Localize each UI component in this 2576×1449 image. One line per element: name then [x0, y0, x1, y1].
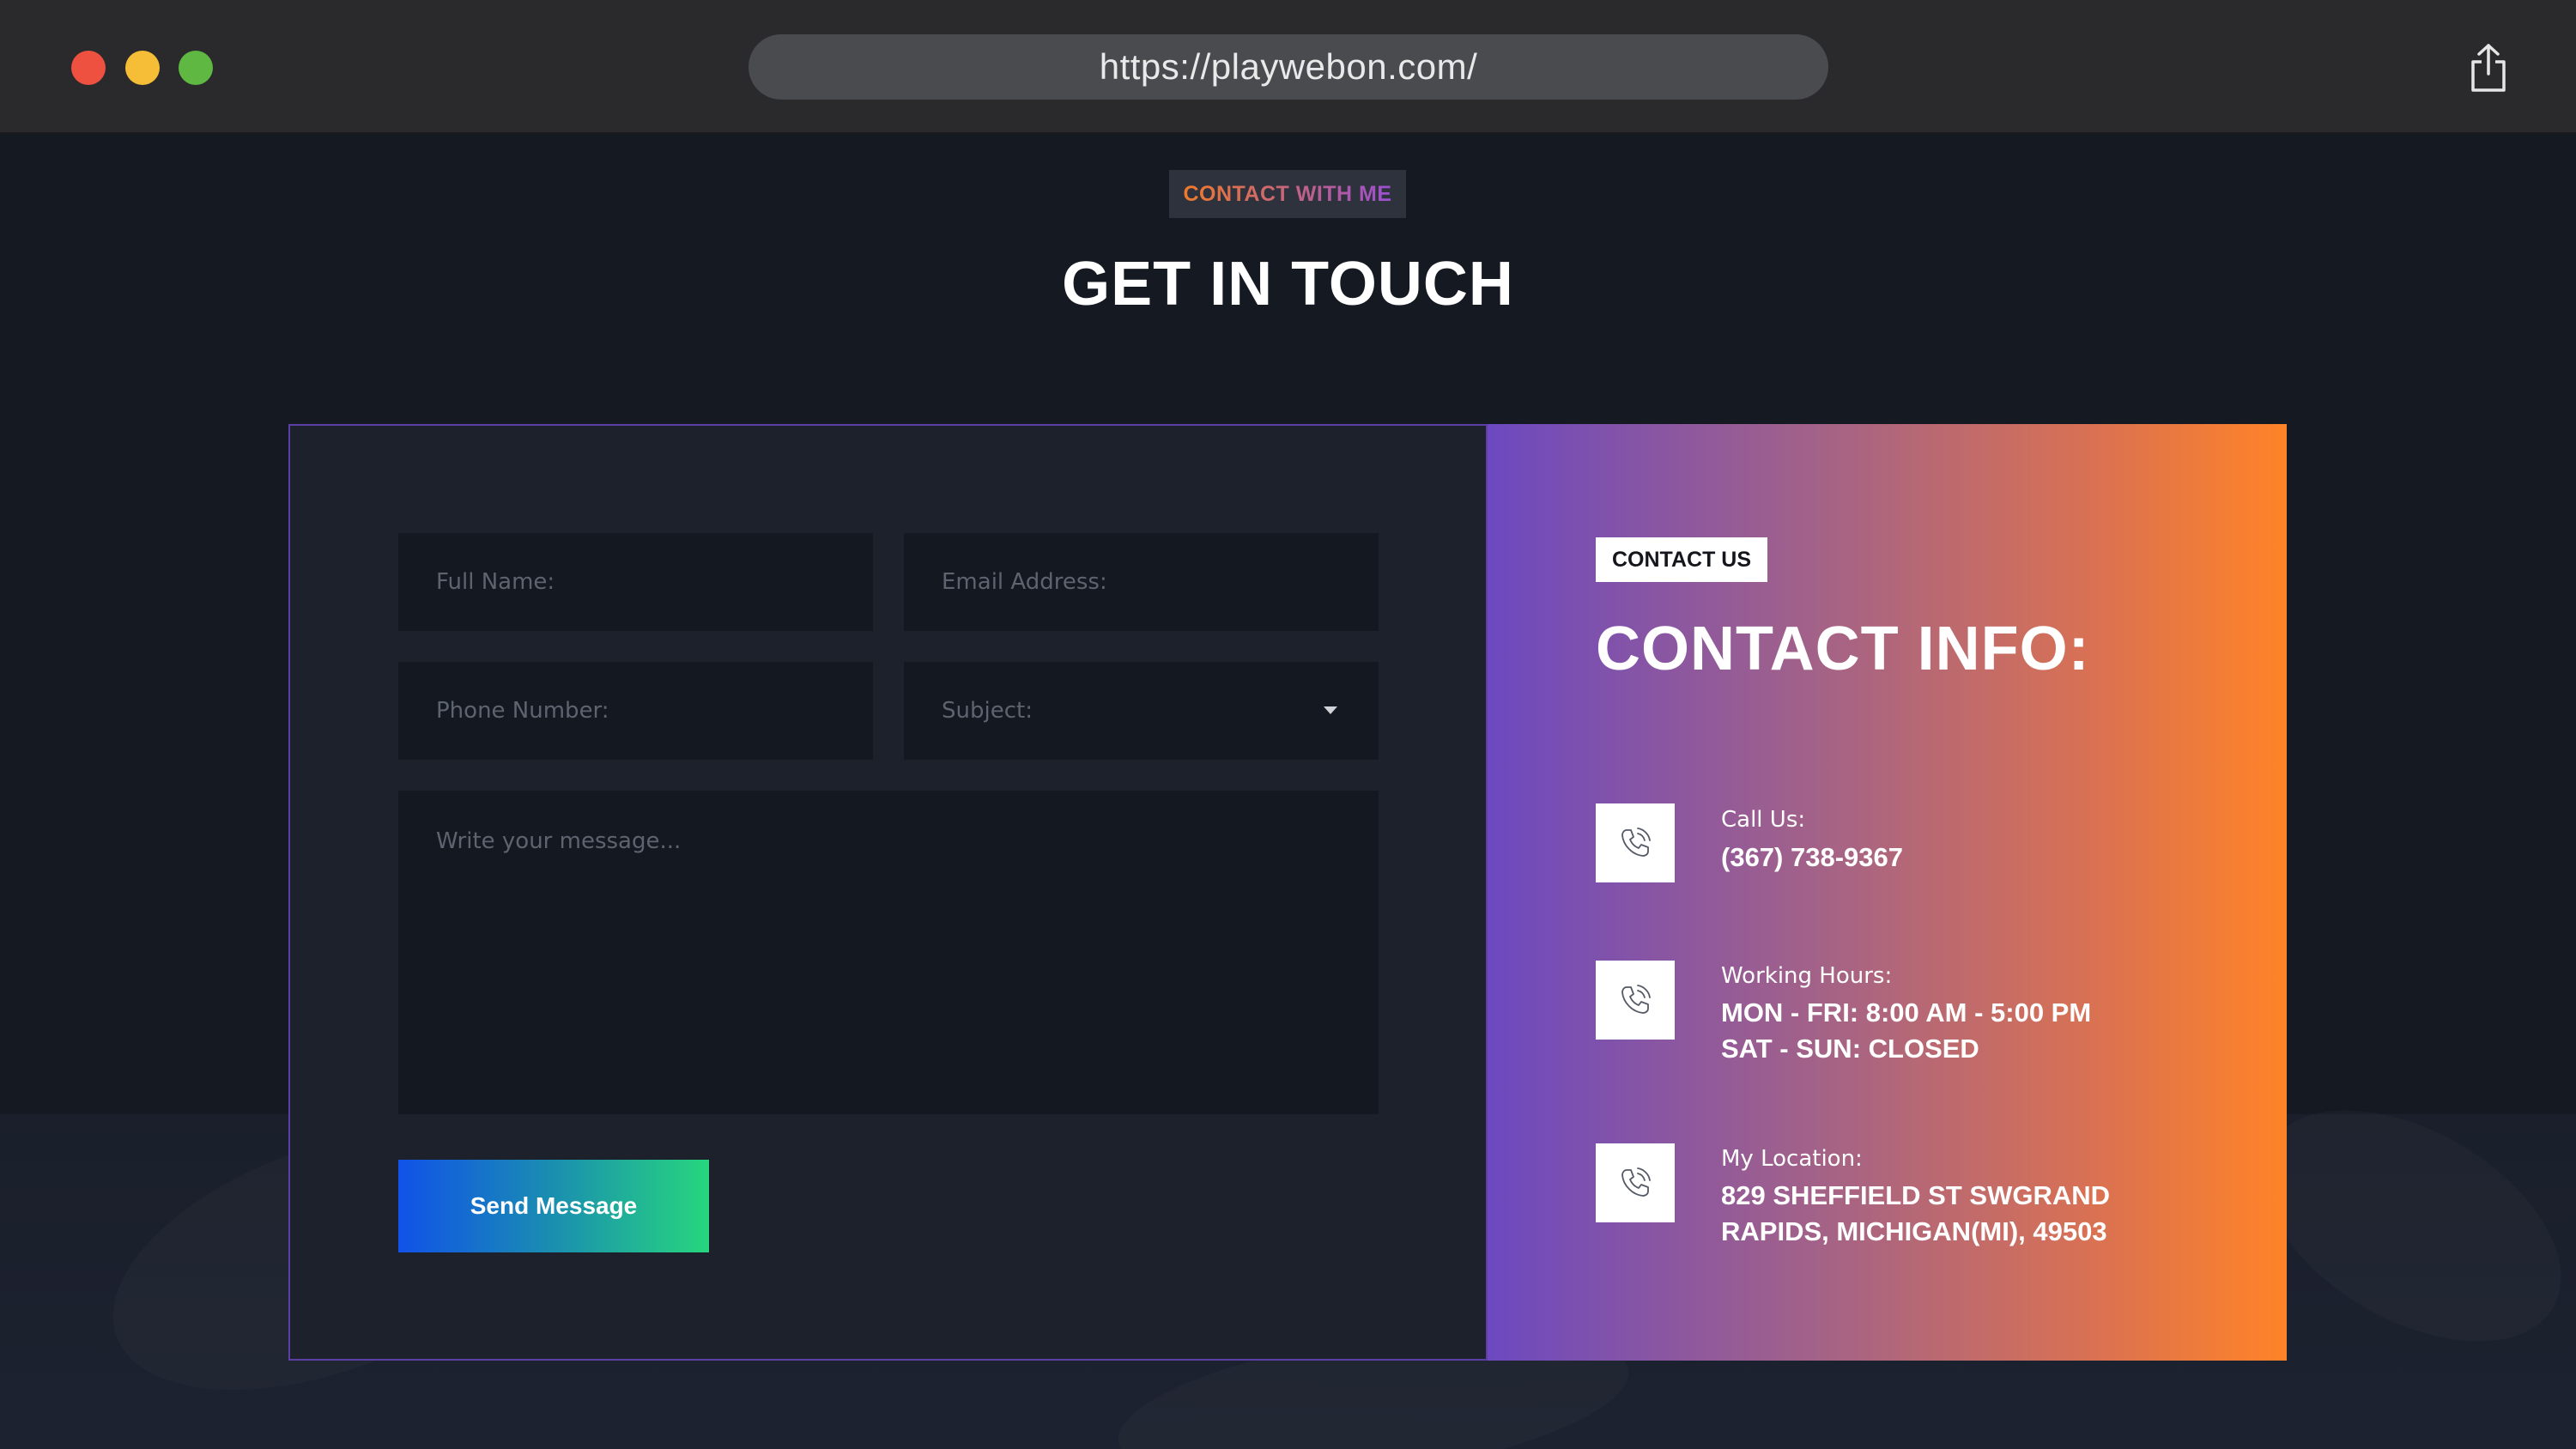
section-eyebrow-text: CONTACT WITH ME	[1183, 181, 1392, 206]
browser-toolbar: https://playwebon.com/	[0, 0, 2576, 134]
phone-icon	[1596, 1143, 1675, 1222]
page-title: GET IN TOUCH	[1062, 250, 1514, 318]
address-line-1: 829 SHEFFIELD ST SWGRAND	[1721, 1180, 2110, 1210]
location-label: My Location:	[1721, 1146, 1863, 1172]
close-window-button[interactable]	[71, 51, 106, 85]
phone-input[interactable]: Phone Number:	[398, 662, 873, 760]
minimize-window-button[interactable]	[125, 51, 160, 85]
section-eyebrow: CONTACT WITH ME	[1169, 170, 1406, 218]
email-input[interactable]: Email Address:	[904, 533, 1379, 631]
send-message-label: Send Message	[470, 1192, 638, 1219]
contact-us-badge: CONTACT US	[1596, 537, 1767, 582]
address-bar[interactable]: https://playwebon.com/	[749, 34, 1828, 100]
subject-placeholder: Subject:	[942, 698, 1033, 724]
phone-placeholder: Phone Number:	[436, 698, 609, 724]
browser-window: https://playwebon.com/ CONTACT WITH ME G…	[0, 0, 2576, 1449]
phone-icon	[1596, 961, 1675, 1040]
subject-select[interactable]: Subject:	[904, 662, 1379, 760]
call-us-label: Call Us:	[1721, 807, 1806, 833]
weekend-hours: SAT - SUN: CLOSED	[1721, 1034, 1979, 1064]
full-name-placeholder: Full Name:	[436, 569, 555, 595]
email-placeholder: Email Address:	[942, 569, 1107, 595]
message-textarea[interactable]: Write your message...	[398, 791, 1379, 1114]
message-placeholder: Write your message...	[436, 828, 682, 854]
address-bar-url: https://playwebon.com/	[1099, 46, 1478, 87]
weekday-hours: MON - FRI: 8:00 AM - 5:00 PM	[1721, 997, 2092, 1028]
phone-icon	[1596, 803, 1675, 882]
contact-info-title: CONTACT INFO:	[1596, 615, 2090, 683]
chevron-down-icon[interactable]	[1324, 706, 1337, 714]
full-name-input[interactable]: Full Name:	[398, 533, 873, 631]
share-icon[interactable]	[2469, 43, 2508, 93]
phone-number[interactable]: (367) 738-9367	[1721, 840, 1903, 876]
contact-us-badge-text: CONTACT US	[1611, 547, 1752, 572]
working-hours-label: Working Hours:	[1721, 963, 1893, 989]
send-message-button[interactable]: Send Message	[398, 1160, 709, 1252]
address-line-2: RAPIDS, MICHIGAN(MI), 49503	[1721, 1216, 2107, 1246]
maximize-window-button[interactable]	[179, 51, 213, 85]
